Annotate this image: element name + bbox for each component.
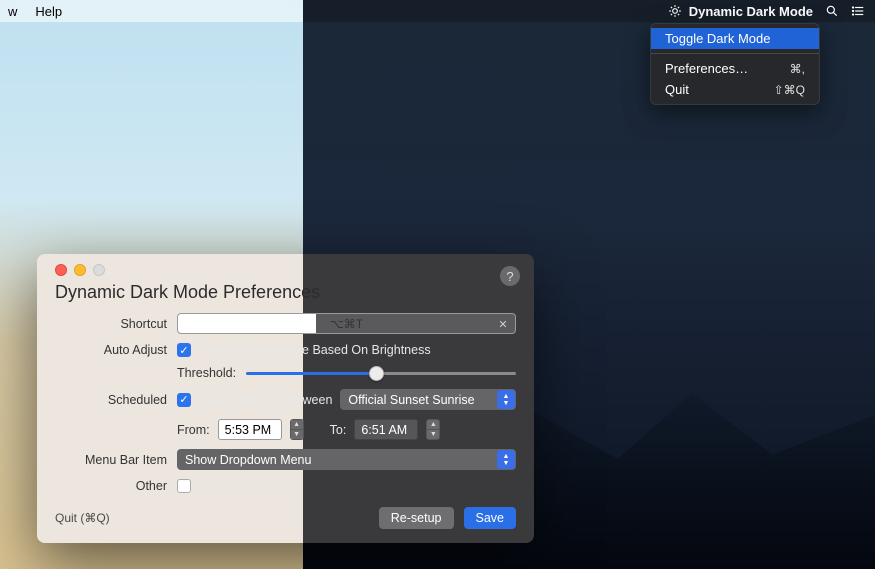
scheduled-checkbox[interactable]: ✓ [177,393,191,407]
from-time-field[interactable]: 5:53 PM [218,419,282,440]
menubar-item-w[interactable]: w [8,4,17,19]
resetup-button[interactable]: Re-setup [379,507,454,529]
shortcut-value: ⌥⌘T [330,317,363,331]
menubar-app-status[interactable]: Dynamic Dark Mode [667,3,813,19]
menu-quit[interactable]: Quit ⇧⌘Q [651,79,819,100]
label-menu-bar-item: Menu Bar Item [55,453,177,467]
status-dropdown: Toggle Dark Mode Preferences… ⌘, Quit ⇧⌘… [650,23,820,105]
to-label: To: [330,423,347,437]
to-time-value: 6:51 AM [361,423,407,437]
menu-toggle-dark-mode[interactable]: Toggle Dark Mode [651,28,819,49]
zoom-button-disabled [93,264,105,276]
menubar-item-help[interactable]: Help [35,4,62,19]
from-label: From: [177,423,210,437]
from-stepper[interactable]: ▲▼ [290,419,304,440]
menubar-app-title: Dynamic Dark Mode [689,4,813,19]
clear-icon[interactable]: ✕ [495,316,511,332]
menu-item-label: Toggle Dark Mode [665,31,771,46]
from-time-value: 5:53 PM [225,423,272,437]
menu-preferences[interactable]: Preferences… ⌘, [651,58,819,79]
label-shortcut: Shortcut [55,317,177,331]
threshold-label: Threshold: [177,366,236,380]
menu-separator [651,53,819,54]
window-traffic-lights [55,264,516,276]
menu-item-shortcut: ⇧⌘Q [774,83,805,97]
auto-adjust-checkbox[interactable]: ✓ [177,343,191,357]
scheduled-label: Dark Mode On Between [199,393,332,407]
to-time-field[interactable]: 6:51 AM [354,419,418,440]
menubar: w Help Dynamic Dark Mode [0,0,875,22]
menu-item-label: Preferences… [665,61,748,76]
preferences-window: ? Dynamic Dark Mode Preferences Shortcut… [37,254,534,543]
select-value: Official Sunset Sunrise [348,393,474,407]
help-button[interactable]: ? [500,266,520,286]
minimize-button[interactable] [74,264,86,276]
window-title: Dynamic Dark Mode Preferences [55,282,516,303]
sun-icon [667,3,683,19]
menu-item-shortcut: ⌘, [790,62,805,76]
auto-adjust-label: Turn On Dark Mode Based On Brightness [199,343,431,357]
menubar-left: w Help [0,0,303,22]
save-button[interactable]: Save [464,507,517,529]
scheduled-select[interactable]: Official Sunset Sunrise ▲▼ [340,389,516,410]
menu-bar-select[interactable]: Show Dropdown Menu ▲▼ [177,449,516,470]
chevron-up-down-icon: ▲▼ [497,450,515,469]
button-label: Re-setup [391,511,442,525]
spotlight-icon[interactable] [825,4,839,18]
close-button[interactable] [55,264,67,276]
shortcut-field[interactable]: ⌥⌘T ✕ [177,313,516,334]
menu-item-label: Quit [665,82,689,97]
quit-label: Quit (⌘Q) [55,511,110,525]
slider-knob[interactable] [369,366,384,381]
select-value: Show Dropdown Menu [185,453,311,467]
label-auto-adjust: Auto Adjust [55,343,177,357]
chevron-up-down-icon: ▲▼ [497,390,515,409]
opens-at-login-label: Opens At Login [199,479,284,493]
menubar-right: Dynamic Dark Mode [303,0,875,22]
button-label: Save [476,511,505,525]
list-icon[interactable] [851,4,865,18]
label-other: Other [55,479,177,493]
opens-at-login-checkbox[interactable] [177,479,191,493]
threshold-slider[interactable] [246,372,516,375]
to-stepper[interactable]: ▲▼ [426,419,440,440]
label-scheduled: Scheduled [55,393,177,407]
